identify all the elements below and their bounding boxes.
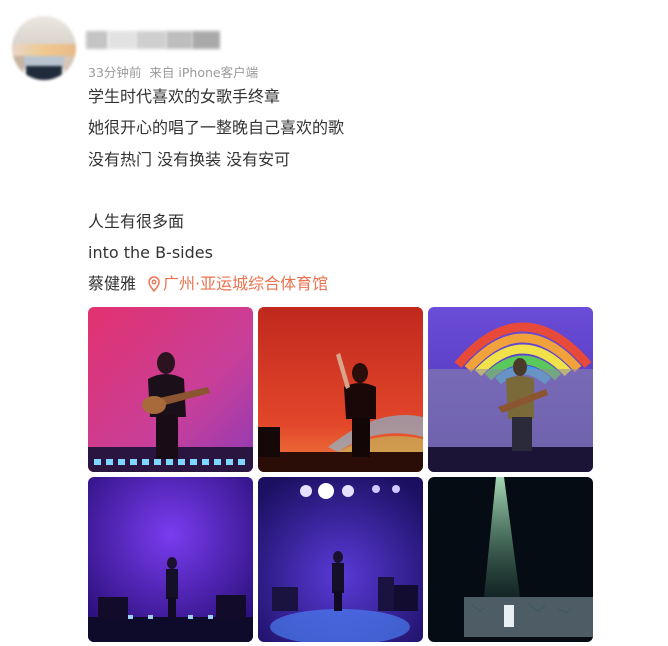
post-text-line-2: 她很开心的唱了一整晚自己喜欢的歌 xyxy=(88,118,345,137)
post-source: 来自 iPhone客户端 xyxy=(149,65,259,80)
photo-2[interactable] xyxy=(258,307,423,472)
photo-5[interactable] xyxy=(258,477,423,642)
post-text-line-3: 没有热门 没有换装 没有安可 xyxy=(88,150,291,169)
artist-tag[interactable]: 蔡健雅 xyxy=(88,274,136,294)
post-text-line-4: 人生有很多面 xyxy=(88,212,185,231)
post-text-line-1: 学生时代喜欢的女歌手终章 xyxy=(88,87,281,106)
photo-1[interactable] xyxy=(88,307,253,472)
username-blurred[interactable] xyxy=(86,31,220,49)
post-time[interactable]: 33分钟前 xyxy=(88,65,141,80)
photo-6[interactable] xyxy=(428,477,593,642)
avatar[interactable] xyxy=(12,16,76,80)
photo-4[interactable] xyxy=(88,477,253,642)
location-link[interactable]: 广州·亚运城综合体育馆 xyxy=(148,274,328,294)
post-meta: 33分钟前 来自 iPhone客户端 xyxy=(88,62,258,81)
location-text: 广州·亚运城综合体育馆 xyxy=(163,274,329,293)
location-pin-icon xyxy=(148,276,160,292)
post-text-line-5: into the B-sides xyxy=(88,243,213,262)
photo-3[interactable] xyxy=(428,307,593,472)
